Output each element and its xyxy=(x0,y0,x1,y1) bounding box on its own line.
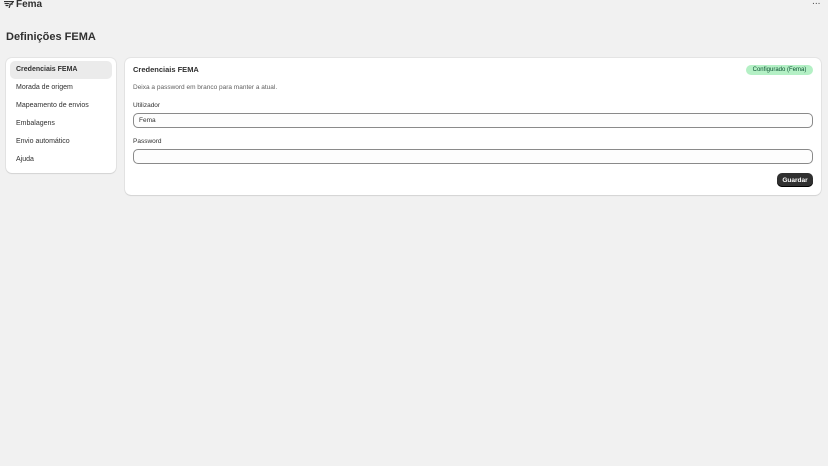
password-hint: Deixa a password em branco para manter a… xyxy=(133,84,278,91)
sidebar-item-credenciais-fema[interactable]: Credenciais FEMA xyxy=(10,61,112,79)
save-button[interactable]: Guardar xyxy=(777,173,813,187)
username-label: Utilizador xyxy=(133,102,161,109)
password-input[interactable] xyxy=(133,149,813,164)
section-title: Credenciais FEMA xyxy=(133,65,199,74)
app-name: Fema xyxy=(16,0,43,10)
credentials-card: Credenciais FEMA Configurado (Fema) Deix… xyxy=(125,58,821,195)
sidebar-item-envio-automatico[interactable]: Envio automático xyxy=(10,133,112,151)
sidebar-item-embalagens[interactable]: Embalagens xyxy=(10,115,112,133)
sidebar-item-ajuda[interactable]: Ajuda xyxy=(10,151,112,169)
settings-sidebar: Credenciais FEMA Morada de origem Mapeam… xyxy=(6,58,116,173)
sidebar-item-mapeamento-de-envios[interactable]: Mapeamento de envios xyxy=(10,97,112,115)
sidebar-item-morada-de-origem[interactable]: Morada de origem xyxy=(10,79,112,97)
page-title: Definições FEMA xyxy=(6,31,96,43)
more-horizontal-icon[interactable]: ··· xyxy=(810,0,822,9)
top-bar: Fema ··· xyxy=(0,0,828,11)
fema-logo-icon xyxy=(4,1,14,8)
status-badge: Configurado (Fema) xyxy=(746,65,813,75)
password-label: Password xyxy=(133,138,162,145)
username-input[interactable] xyxy=(133,113,813,128)
